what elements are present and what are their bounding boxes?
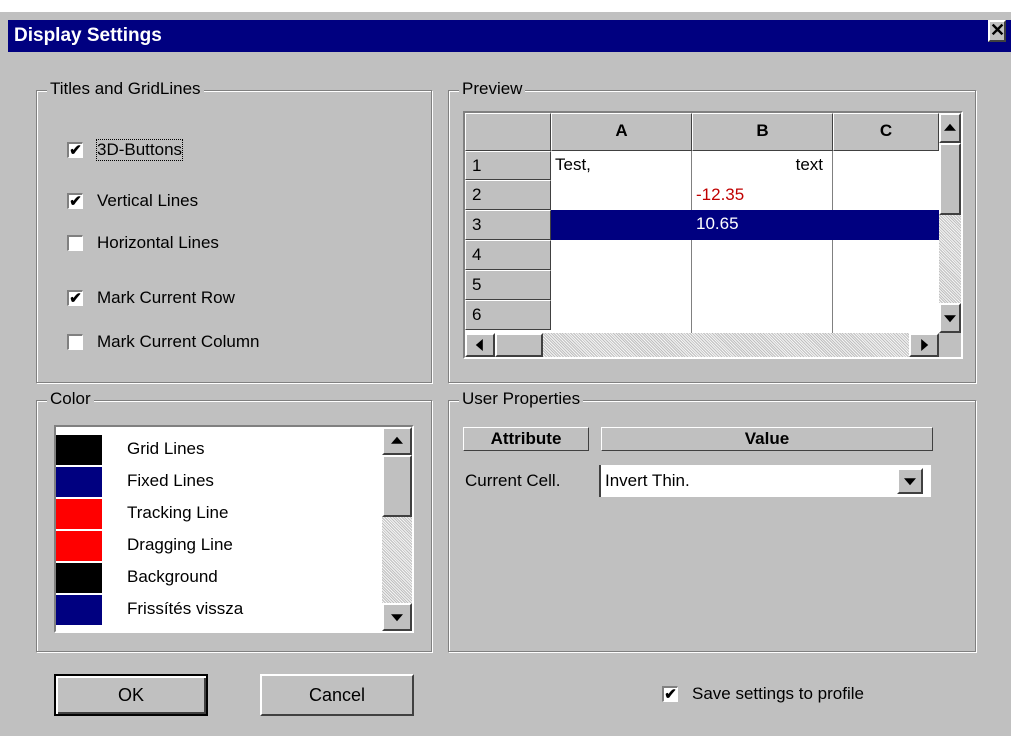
checkbox-3d-buttons-label: 3D-Buttons <box>95 139 184 161</box>
preview-scroll-htrack[interactable] <box>543 333 909 357</box>
preview-legend: Preview <box>459 79 526 99</box>
titles-gridlines-group: Titles and GridLines ✔ 3D-Buttons ✔ Vert… <box>36 79 432 383</box>
cell-a1[interactable]: Test, <box>555 155 591 175</box>
color-item-fixed-lines[interactable]: Fixed Lines <box>56 467 386 497</box>
color-swatch <box>56 595 102 625</box>
color-legend: Color <box>47 389 94 409</box>
checkbox-vertical-lines-box[interactable]: ✔ <box>67 193 83 209</box>
checkbox-horizontal-lines-box[interactable] <box>67 235 83 251</box>
user-properties-group: User Properties Attribute Value Current … <box>448 389 976 652</box>
close-button[interactable]: ✕ <box>988 20 1006 42</box>
color-swatch <box>56 467 102 497</box>
scroll-down-icon <box>391 614 403 622</box>
scroll-down-icon <box>944 315 956 323</box>
cell-b3[interactable]: 10.65 <box>696 214 739 234</box>
color-item-label: Dragging Line <box>127 535 233 554</box>
color-swatch <box>56 435 102 465</box>
color-item-tracking-line[interactable]: Tracking Line <box>56 499 386 529</box>
preview-scroll-vthumb[interactable] <box>939 143 961 215</box>
cell-b2[interactable]: -12.35 <box>696 185 744 205</box>
checkbox-mark-current-column-label: Mark Current Column <box>97 332 260 351</box>
row-header-1[interactable]: 1 <box>465 151 551 180</box>
current-cell-label: Current Cell. <box>465 471 561 490</box>
scroll-right-icon <box>921 339 929 351</box>
color-list[interactable]: Grid Lines Fixed Lines Tracking Line Dra… <box>54 425 414 633</box>
color-item-grid-lines[interactable]: Grid Lines <box>56 435 386 465</box>
column-header-c[interactable]: C <box>833 113 939 151</box>
preview-group: Preview A B C 1 2 3 4 5 6 Test, text -12… <box>448 79 976 383</box>
combobox-value: Invert Thin. <box>605 471 690 490</box>
user-properties-legend: User Properties <box>459 389 584 409</box>
ok-button[interactable]: OK <box>54 674 208 716</box>
column-header-a[interactable]: A <box>551 113 692 151</box>
save-settings-checkbox-box[interactable]: ✔ <box>662 686 678 702</box>
color-item-label: Fixed Lines <box>127 471 214 490</box>
color-scroll-thumb[interactable] <box>382 455 412 517</box>
color-swatch <box>56 499 102 529</box>
value-header[interactable]: Value <box>601 427 933 451</box>
preview-scroll-down[interactable] <box>939 303 961 333</box>
color-item-background[interactable]: Background <box>56 563 386 593</box>
checkbox-3d-buttons-box[interactable]: ✔ <box>67 142 83 158</box>
chevron-down-icon <box>904 478 916 486</box>
combobox-dropdown-button[interactable] <box>897 468 923 494</box>
checkbox-horizontal-lines-label: Horizontal Lines <box>97 233 219 252</box>
current-row-highlight <box>551 210 939 240</box>
scroll-left-icon <box>475 339 483 351</box>
color-group: Color Grid Lines Fixed Lines Tracking Li… <box>36 389 432 652</box>
cell-b1[interactable]: text <box>692 155 823 175</box>
color-item-dragging-line[interactable]: Dragging Line <box>56 531 386 561</box>
color-swatch <box>56 531 102 561</box>
preview-grid[interactable]: A B C 1 2 3 4 5 6 Test, text -12.35 10.6… <box>463 111 963 359</box>
scroll-corner <box>939 333 961 357</box>
checkbox-mark-current-row-box[interactable]: ✔ <box>67 290 83 306</box>
checkbox-vertical-lines-label: Vertical Lines <box>97 191 199 210</box>
preview-scroll-up[interactable] <box>939 113 961 143</box>
color-item-label: Tracking Line <box>127 503 229 522</box>
color-scroll-track[interactable] <box>382 517 412 603</box>
row-header-4[interactable]: 4 <box>465 240 551 270</box>
scroll-up-icon <box>391 436 403 444</box>
checkbox-mark-current-column-box[interactable] <box>67 334 83 350</box>
color-scroll-up[interactable] <box>382 427 412 455</box>
row-header-6[interactable]: 6 <box>465 300 551 330</box>
current-cell-combobox[interactable]: Invert Thin. <box>599 465 931 497</box>
color-item-label: Frissítés vissza <box>127 599 244 618</box>
checkbox-horizontal-lines[interactable]: Horizontal Lines <box>67 232 219 254</box>
scroll-up-icon <box>944 123 956 131</box>
preview-scroll-right[interactable] <box>909 333 939 357</box>
preview-scroll-vtrack[interactable] <box>939 215 961 303</box>
display-settings-dialog: Display Settings ✕ Titles and GridLines … <box>0 12 1011 736</box>
checkbox-mark-current-row[interactable]: ✔ Mark Current Row <box>67 287 235 309</box>
save-settings-checkbox[interactable]: ✔ Save settings to profile <box>662 683 864 705</box>
color-item-label: Grid Lines <box>127 439 205 458</box>
preview-scroll-left[interactable] <box>465 333 495 357</box>
save-settings-label: Save settings to profile <box>692 684 864 703</box>
grid-line-bc <box>832 151 833 337</box>
row-header-3[interactable]: 3 <box>465 210 551 240</box>
checkbox-3d-buttons[interactable]: ✔ 3D-Buttons <box>67 139 184 161</box>
checkbox-vertical-lines[interactable]: ✔ Vertical Lines <box>67 190 198 212</box>
column-header-b[interactable]: B <box>692 113 833 151</box>
grid-line-ab <box>691 151 692 337</box>
checkbox-mark-current-row-label: Mark Current Row <box>97 288 235 307</box>
checkbox-mark-current-column[interactable]: Mark Current Column <box>67 331 260 353</box>
cancel-button[interactable]: Cancel <box>260 674 414 716</box>
row-header-2[interactable]: 2 <box>465 180 551 210</box>
row-header-5[interactable]: 5 <box>465 270 551 300</box>
attribute-header[interactable]: Attribute <box>463 427 589 451</box>
color-item-label: Background <box>127 567 218 586</box>
color-item-frissites-vissza[interactable]: Frissítés vissza <box>56 595 386 625</box>
preview-scroll-hthumb[interactable] <box>495 333 543 357</box>
titles-gridlines-legend: Titles and GridLines <box>47 79 204 99</box>
title-bar: Display Settings <box>8 20 1011 52</box>
dialog-title: Display Settings <box>14 25 162 46</box>
color-scroll-down[interactable] <box>382 603 412 631</box>
color-swatch <box>56 563 102 593</box>
corner-header <box>465 113 551 151</box>
